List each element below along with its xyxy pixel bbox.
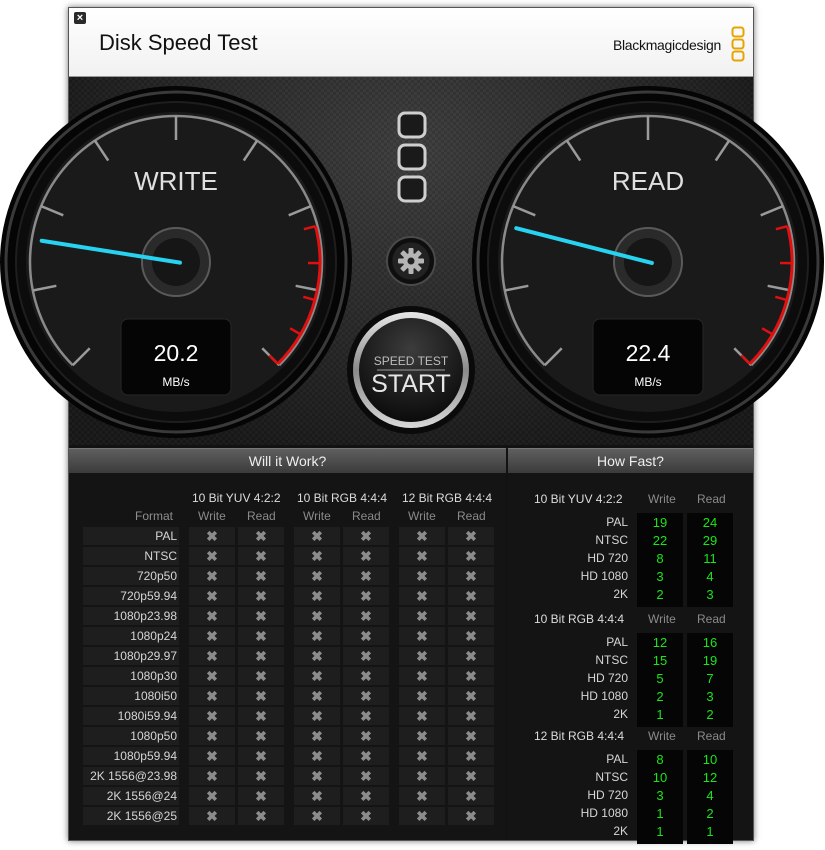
write-gauge-label: WRITE	[134, 166, 218, 196]
write-gauge: WRITE 20.2 MB/s	[0, 86, 352, 438]
read-gauge-label: READ	[612, 166, 684, 196]
write-speed-value: 20.2	[154, 340, 199, 366]
write-speed-unit: MB/s	[162, 375, 189, 389]
read-speed-unit: MB/s	[634, 375, 661, 389]
read-gauge: READ 22.4 MB/s	[472, 86, 824, 438]
read-speed-value: 22.4	[626, 340, 671, 366]
